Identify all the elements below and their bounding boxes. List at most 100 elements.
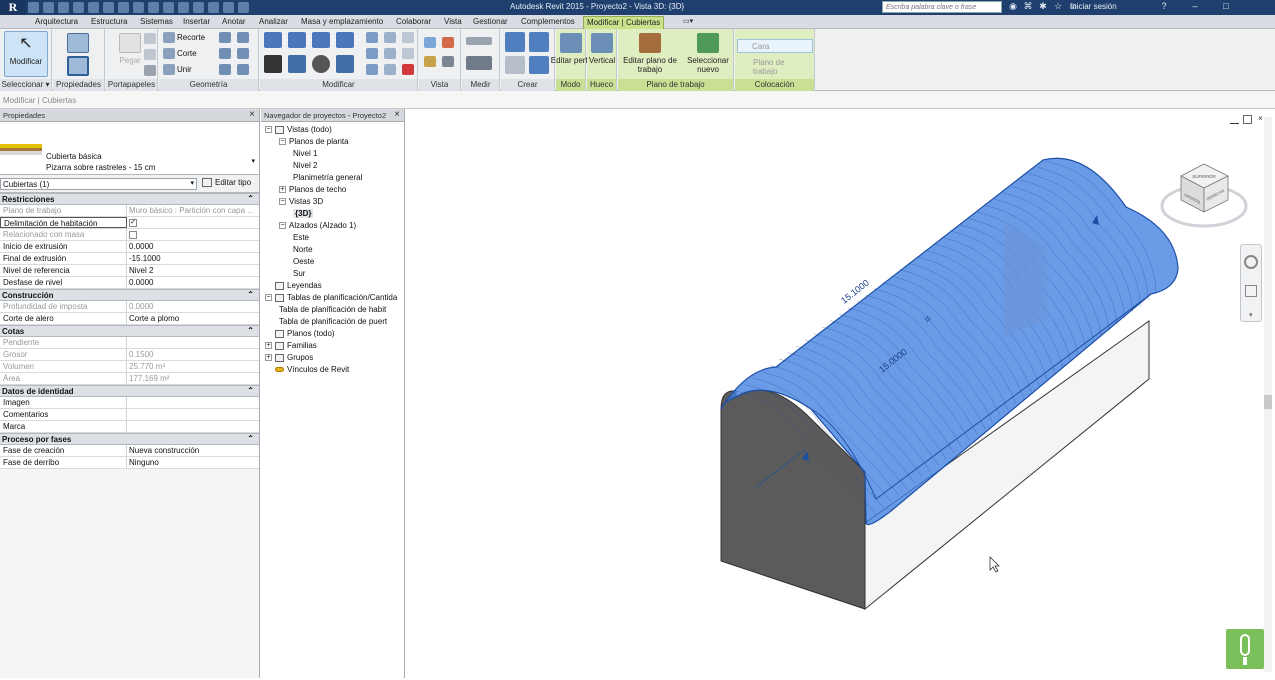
expand-icon[interactable]: + bbox=[265, 342, 272, 350]
browser-item[interactable]: + Grupos bbox=[265, 353, 313, 362]
cope-icon[interactable] bbox=[163, 32, 175, 43]
3d-view-icon[interactable] bbox=[163, 2, 174, 13]
3d-view-canvas[interactable]: × 15.1000 15.0000 ✧ SUPERIOR FRONTAL DER… bbox=[406, 109, 1275, 678]
workplane-button[interactable]: Plano de trabajo bbox=[737, 56, 813, 76]
collapse-icon[interactable]: − bbox=[265, 126, 272, 134]
move-icon[interactable] bbox=[264, 55, 282, 73]
browser-item[interactable]: Vínculos de Revit bbox=[265, 365, 349, 374]
save-icon[interactable] bbox=[43, 2, 54, 13]
join-icon[interactable] bbox=[163, 64, 175, 75]
property-group-header[interactable]: Datos de identidad ⌃ bbox=[0, 385, 259, 397]
minimize-icon[interactable]: – bbox=[1181, 1, 1209, 13]
browser-item[interactable]: Oeste bbox=[293, 257, 314, 266]
trim-icon[interactable] bbox=[336, 55, 354, 73]
create-parts-icon[interactable] bbox=[505, 32, 525, 52]
collapse-icon[interactable]: − bbox=[279, 138, 286, 146]
override-icon[interactable] bbox=[442, 37, 454, 48]
view-minimize-icon[interactable] bbox=[1230, 115, 1239, 124]
hide-icon[interactable] bbox=[424, 37, 436, 48]
trim-multiple-icon[interactable] bbox=[366, 64, 378, 75]
property-value[interactable]: Nueva construcción bbox=[127, 445, 259, 456]
browser-item[interactable]: + Familias bbox=[265, 341, 317, 350]
join-roof-icon[interactable] bbox=[219, 48, 231, 59]
unir-label[interactable]: Unir bbox=[177, 65, 192, 74]
panel-label-seleccionar[interactable]: Seleccionar ▾ bbox=[0, 79, 51, 91]
type-properties-icon[interactable] bbox=[67, 33, 89, 53]
recorte-label[interactable]: Recorte bbox=[177, 33, 205, 42]
match-properties-icon[interactable] bbox=[144, 65, 156, 76]
search-input[interactable]: Escriba palabra clave o frase bbox=[882, 1, 1002, 13]
collapse-icon[interactable]: ⌃ bbox=[247, 194, 254, 203]
demolish-icon[interactable] bbox=[219, 64, 231, 75]
property-value[interactable]: Corte a plomo bbox=[127, 313, 259, 324]
browser-item[interactable]: Norte bbox=[293, 245, 313, 254]
collapse-icon[interactable]: − bbox=[265, 294, 272, 302]
browser-item[interactable]: Tabla de planificación de habit bbox=[279, 305, 386, 314]
align-icon[interactable] bbox=[264, 32, 282, 48]
mirror-draw-icon[interactable] bbox=[336, 32, 354, 48]
scrollbar[interactable] bbox=[1264, 117, 1272, 672]
linework-icon[interactable] bbox=[424, 56, 436, 67]
measure-between-icon[interactable] bbox=[466, 37, 492, 45]
browser-item[interactable]: Nivel 2 bbox=[293, 161, 317, 170]
property-value[interactable]: Ninguno bbox=[127, 457, 259, 468]
browser-item[interactable]: − Tablas de planificación/Cantida bbox=[265, 293, 397, 302]
extend-icon[interactable] bbox=[384, 64, 396, 75]
corte-label[interactable]: Corte bbox=[177, 49, 197, 58]
customize-icon[interactable] bbox=[238, 2, 249, 13]
instance-filter[interactable]: Cubiertas (1) ▾ bbox=[0, 178, 197, 190]
steering-wheel-icon[interactable] bbox=[1244, 255, 1258, 269]
edit-type-button[interactable]: Editar tipo bbox=[202, 178, 251, 188]
binoculars-icon[interactable]: ◉ bbox=[1008, 1, 1018, 12]
property-value[interactable] bbox=[127, 397, 259, 408]
array-icon[interactable] bbox=[366, 48, 378, 59]
pin-icon[interactable] bbox=[402, 48, 414, 59]
copy-icon[interactable] bbox=[144, 49, 156, 60]
modify-button[interactable]: ↖ Modificar bbox=[4, 31, 48, 77]
collapse-icon[interactable]: − bbox=[279, 222, 286, 230]
cube-top[interactable]: SUPERIOR bbox=[1192, 174, 1216, 179]
expand-icon[interactable]: + bbox=[265, 354, 272, 362]
tab-analizar[interactable]: Analizar bbox=[256, 16, 291, 29]
offset-icon[interactable] bbox=[288, 32, 306, 48]
collapse-icon[interactable]: ⌃ bbox=[247, 290, 254, 299]
mirror-axis-icon[interactable] bbox=[312, 32, 330, 48]
thin-lines-icon[interactable] bbox=[193, 2, 204, 13]
property-group-header[interactable]: Proceso por fases ⌃ bbox=[0, 433, 259, 445]
browser-item[interactable]: − Vistas 3D bbox=[279, 197, 323, 206]
text-icon[interactable] bbox=[148, 2, 159, 13]
view-cube[interactable]: SUPERIOR FRONTAL DERECHA bbox=[1156, 154, 1256, 234]
browser-item[interactable]: − Planos de planta bbox=[279, 137, 349, 146]
close-icon[interactable]: × bbox=[249, 109, 255, 120]
wall-joins-icon[interactable] bbox=[219, 32, 231, 43]
unpin-icon[interactable] bbox=[402, 32, 414, 43]
section-icon[interactable] bbox=[178, 2, 189, 13]
rotate-icon[interactable] bbox=[312, 55, 330, 73]
browser-item[interactable]: Leyendas bbox=[265, 281, 322, 290]
delete-icon[interactable] bbox=[402, 64, 414, 75]
help-icon[interactable]: ? bbox=[1150, 1, 1178, 13]
create-group-icon[interactable] bbox=[529, 32, 549, 52]
scrollbar-thumb[interactable] bbox=[1264, 395, 1272, 409]
browser-item[interactable]: Este bbox=[293, 233, 309, 242]
property-value[interactable]: 0.0000 bbox=[127, 277, 259, 288]
tag-icon[interactable] bbox=[133, 2, 144, 13]
expand-icon[interactable]: + bbox=[279, 186, 286, 194]
property-value[interactable] bbox=[127, 421, 259, 432]
revit-logo[interactable]: R bbox=[0, 0, 26, 15]
open-icon[interactable] bbox=[28, 2, 39, 13]
tab-sistemas[interactable]: Sistemas bbox=[137, 16, 176, 29]
browser-item[interactable]: Planos (todo) bbox=[265, 329, 335, 338]
maximize-icon[interactable]: □ bbox=[1212, 1, 1240, 13]
sync-icon[interactable] bbox=[58, 2, 69, 13]
tab-complementos[interactable]: Complementos bbox=[518, 16, 578, 29]
sign-in[interactable]: Iniciar sesión bbox=[1070, 2, 1117, 11]
collapse-icon[interactable]: − bbox=[279, 198, 286, 206]
redo-icon[interactable] bbox=[88, 2, 99, 13]
browser-item[interactable]: − Vistas (todo) bbox=[265, 125, 332, 134]
tab-estructura[interactable]: Estructura bbox=[88, 16, 130, 29]
property-value[interactable]: Nivel 2 bbox=[127, 265, 259, 276]
favorites-icon[interactable]: ☆ bbox=[1053, 1, 1063, 12]
communication-icon[interactable]: ✱ bbox=[1038, 1, 1048, 12]
split-gap-icon[interactable] bbox=[384, 32, 396, 43]
